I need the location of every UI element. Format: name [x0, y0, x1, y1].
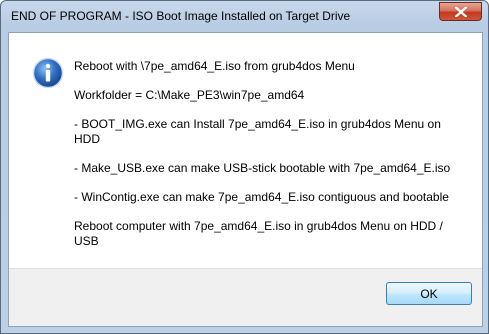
dialog-window: END OF PROGRAM - ISO Boot Image Installe…	[0, 0, 489, 334]
message-line: - WinContig.exe can make 7pe_amd64_E.iso…	[74, 190, 449, 204]
ok-button[interactable]: OK	[386, 282, 472, 305]
message-line: Reboot with \7pe_amd64_E.iso from grub4d…	[74, 59, 355, 73]
message-line: - BOOT_IMG.exe can Install 7pe_amd64_E.i…	[74, 117, 441, 146]
title-bar[interactable]: END OF PROGRAM - ISO Boot Image Installe…	[1, 1, 488, 31]
button-bar: OK	[9, 268, 482, 326]
close-button[interactable]	[439, 2, 482, 21]
message-text: Reboot with \7pe_amd64_E.iso from grub4d…	[74, 59, 469, 249]
message-line: Reboot computer with 7pe_amd64_E.iso in …	[74, 219, 443, 248]
information-icon	[32, 57, 64, 89]
message-line: - Make_USB.exe can make USB-stick bootab…	[74, 161, 451, 175]
close-icon	[455, 7, 467, 17]
dialog-content: Reboot with \7pe_amd64_E.iso from grub4d…	[8, 32, 483, 327]
message-line: Workfolder = C:\Make_PE3\win7pe_amd64	[74, 88, 305, 102]
window-title: END OF PROGRAM - ISO Boot Image Installe…	[11, 9, 351, 23]
